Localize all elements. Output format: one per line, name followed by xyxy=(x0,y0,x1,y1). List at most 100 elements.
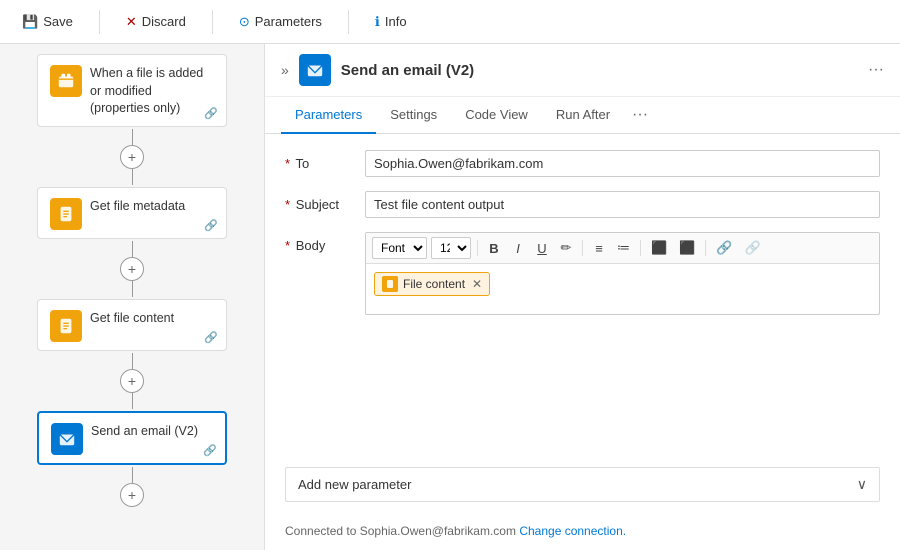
body-toolbar: Font 12 B I U ✏ ≡ ≔ ⬛ xyxy=(366,233,879,264)
add-btn-2[interactable]: + xyxy=(120,257,144,281)
align-right-button[interactable]: ⬛ xyxy=(675,238,699,258)
form-area: * To * Subject * Body xyxy=(265,134,900,467)
parameters-label: Parameters xyxy=(255,14,322,29)
node-title-4: Send an email (V2) xyxy=(91,423,213,441)
line-4 xyxy=(132,467,133,483)
tab-settings[interactable]: Settings xyxy=(376,97,451,134)
body-label: * Body xyxy=(285,232,365,253)
font-select[interactable]: Font xyxy=(372,237,427,259)
line-1 xyxy=(132,129,133,145)
info-button[interactable]: ℹ Info xyxy=(369,10,413,34)
node-icon-1 xyxy=(50,65,82,97)
toolbar-divider-3 xyxy=(348,10,349,34)
connector-1: + xyxy=(120,129,144,185)
connected-info: Connected to Sophia.Owen@fabrikam.com Ch… xyxy=(265,516,900,550)
unlink-button[interactable]: 🔗 xyxy=(741,238,765,258)
connected-email: Sophia.Owen@fabrikam.com xyxy=(360,524,516,538)
to-input[interactable] xyxy=(365,150,880,177)
node-header-4: Send an email (V2) xyxy=(51,423,213,455)
discard-button[interactable]: ✕ Discard xyxy=(120,10,192,34)
line-3b xyxy=(132,393,133,409)
node-header-1: When a file is added or modified (proper… xyxy=(50,65,214,118)
node-title-2: Get file metadata xyxy=(90,198,214,216)
action-header: » Send an email (V2) ··· xyxy=(265,44,900,97)
subject-label: * Subject xyxy=(285,191,365,212)
add-param-row[interactable]: Add new parameter ∨ xyxy=(285,467,880,502)
discard-icon: ✕ xyxy=(126,14,137,30)
main-layout: When a file is added or modified (proper… xyxy=(0,44,900,550)
parameters-button[interactable]: ⊙ Parameters xyxy=(233,10,328,34)
node-header-2: Get file metadata xyxy=(50,198,214,230)
info-label: Info xyxy=(385,14,407,29)
action-title: Send an email (V2) xyxy=(341,62,474,79)
action-more-button[interactable]: ··· xyxy=(868,61,884,79)
body-toolbar-sep-2 xyxy=(582,240,583,256)
tab-parameters[interactable]: Parameters xyxy=(281,97,376,134)
file-content-tag: File content ✕ xyxy=(374,272,490,296)
align-left-button[interactable]: ⬛ xyxy=(647,238,671,258)
add-btn-4[interactable]: + xyxy=(120,483,144,507)
ordered-list-button[interactable]: ≔ xyxy=(613,238,634,258)
discard-label: Discard xyxy=(142,14,186,29)
node-link-icon-3: 🔗 xyxy=(204,331,218,344)
node-link-icon-2: 🔗 xyxy=(204,219,218,232)
line-1b xyxy=(132,169,133,185)
tab-run-after[interactable]: Run After xyxy=(542,97,624,134)
node-title-1: When a file is added or modified (proper… xyxy=(90,65,214,118)
line-3 xyxy=(132,353,133,369)
right-panel: » Send an email (V2) ··· Parameters Sett… xyxy=(265,44,900,550)
link-button[interactable]: 🔗 xyxy=(712,238,736,258)
info-icon: ℹ xyxy=(375,14,380,30)
toolbar: 💾 Save ✕ Discard ⊙ Parameters ℹ Info xyxy=(0,0,900,44)
body-required: * xyxy=(285,238,290,253)
add-param-label: Add new parameter xyxy=(298,477,411,492)
action-header-left: » Send an email (V2) xyxy=(281,54,474,86)
body-toolbar-sep-4 xyxy=(705,240,706,256)
body-content[interactable]: File content ✕ xyxy=(366,264,879,314)
save-icon: 💾 xyxy=(22,14,38,30)
collapse-button[interactable]: » xyxy=(281,62,289,78)
connected-text: Connected to xyxy=(285,524,356,538)
underline-button[interactable]: U xyxy=(532,239,552,258)
node-link-icon-4: 🔗 xyxy=(203,444,217,457)
add-btn-3[interactable]: + xyxy=(120,369,144,393)
tag-label: File content xyxy=(403,277,465,291)
tabs-more-button[interactable]: ··· xyxy=(632,106,648,124)
toolbar-divider xyxy=(99,10,100,34)
connector-3: + xyxy=(120,353,144,409)
flow-node-2[interactable]: Get file metadata 🔗 xyxy=(37,187,227,239)
subject-row: * Subject xyxy=(285,191,880,218)
connector-4: + xyxy=(120,467,144,507)
body-toolbar-sep-3 xyxy=(640,240,641,256)
unordered-list-button[interactable]: ≡ xyxy=(589,239,609,258)
connector-2: + xyxy=(120,241,144,297)
save-button[interactable]: 💾 Save xyxy=(16,10,79,34)
italic-button[interactable]: I xyxy=(508,239,528,258)
change-connection-link[interactable]: Change connection. xyxy=(519,524,626,538)
pen-button[interactable]: ✏ xyxy=(556,238,576,258)
line-2 xyxy=(132,241,133,257)
tag-close-button[interactable]: ✕ xyxy=(472,277,482,291)
flow-node-1[interactable]: When a file is added or modified (proper… xyxy=(37,54,227,127)
bold-button[interactable]: B xyxy=(484,239,504,258)
tabs: Parameters Settings Code View Run After … xyxy=(265,97,900,134)
parameters-icon: ⊙ xyxy=(239,14,250,30)
to-row: * To xyxy=(285,150,880,177)
flow-node-3[interactable]: Get file content 🔗 xyxy=(37,299,227,351)
tag-icon xyxy=(382,276,398,292)
subject-input[interactable] xyxy=(365,191,880,218)
save-label: Save xyxy=(43,14,73,29)
node-icon-4 xyxy=(51,423,83,455)
add-btn-1[interactable]: + xyxy=(120,145,144,169)
to-label: * To xyxy=(285,150,365,171)
toolbar-divider-2 xyxy=(212,10,213,34)
add-param-chevron-icon: ∨ xyxy=(857,476,867,493)
action-icon xyxy=(299,54,331,86)
to-required: * xyxy=(285,156,290,171)
tab-code-view[interactable]: Code View xyxy=(451,97,542,134)
font-size-select[interactable]: 12 xyxy=(431,237,471,259)
subject-required: * xyxy=(285,197,290,212)
flow-node-4[interactable]: Send an email (V2) 🔗 xyxy=(37,411,227,465)
line-2b xyxy=(132,281,133,297)
node-icon-3 xyxy=(50,310,82,342)
